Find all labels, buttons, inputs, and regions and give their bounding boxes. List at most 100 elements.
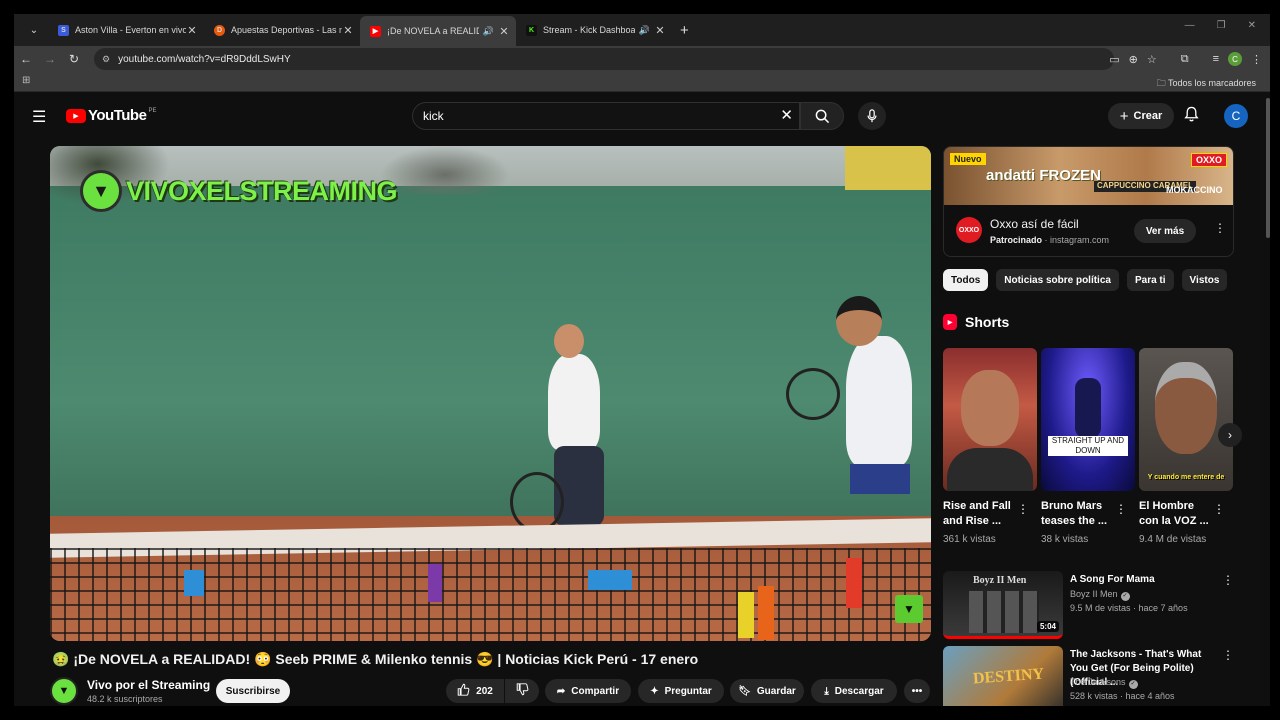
- clear-search-icon[interactable]: ✕: [780, 106, 793, 124]
- download-button[interactable]: ⤓ Descargar: [811, 679, 897, 703]
- dislike-button[interactable]: [505, 679, 539, 703]
- short-more-vert-icon[interactable]: ⋮: [1017, 502, 1029, 516]
- short-thumbnail[interactable]: Y cuando me entere de: [1139, 348, 1233, 491]
- chip-politica[interactable]: Noticias sobre política: [996, 269, 1119, 291]
- bookmark-star-icon[interactable]: ☆: [1147, 53, 1157, 66]
- speaker-icon[interactable]: 🔊: [639, 25, 650, 36]
- recommendation-item[interactable]: DESTINY The Jacksons - That's What You G…: [943, 646, 1234, 706]
- country-code: PE: [148, 107, 157, 114]
- browser-toolbar: ← → ↻ ⚙ youtube.com/watch?v=dR9DddLSwHY: [14, 46, 1270, 72]
- media-controls-icon[interactable]: ≡: [1213, 53, 1219, 65]
- short-more-vert-icon[interactable]: ⋮: [1213, 502, 1225, 516]
- all-bookmarks[interactable]: 🗀 Todos los marcadores: [1157, 76, 1256, 92]
- channel-watermark-icon[interactable]: ▼: [895, 595, 923, 623]
- like-button[interactable]: 202: [446, 679, 504, 703]
- more-actions-button[interactable]: •••: [904, 679, 930, 703]
- close-tab-icon[interactable]: ✕: [186, 24, 198, 37]
- close-tab-icon[interactable]: ✕: [498, 25, 510, 38]
- channel-name[interactable]: Vivo por el Streaming: [87, 678, 210, 692]
- short-face: [961, 370, 1019, 446]
- close-window-icon[interactable]: ✕: [1248, 20, 1256, 31]
- save-button[interactable]: 🔖︎ Guardar: [730, 679, 804, 703]
- subscribe-button[interactable]: Suscribirse: [216, 679, 290, 703]
- tab-search-chevron-icon[interactable]: ⌄: [20, 19, 48, 41]
- short-views: 38 k vistas: [1041, 533, 1089, 545]
- create-button[interactable]: + Crear: [1108, 103, 1174, 129]
- search-input[interactable]: kick ✕: [412, 102, 800, 130]
- ad-title[interactable]: Oxxo así de fácil: [990, 217, 1079, 231]
- video-player[interactable]: ▼ VIVOXELSTREAMING ▼: [50, 146, 931, 641]
- ask-button[interactable]: ✦ Preguntar: [638, 679, 724, 703]
- browser-tab[interactable]: D Apuestas Deportivas - Las mejo ✕: [204, 15, 360, 45]
- close-tab-icon[interactable]: ✕: [342, 24, 354, 37]
- ad-banner-flavor: MOKACCINO: [1166, 185, 1223, 195]
- url-text: youtube.com/watch?v=dR9DddLSwHY: [118, 53, 291, 65]
- channel-avatar[interactable]: ▼: [50, 677, 78, 705]
- chip-todos[interactable]: Todos: [943, 269, 989, 291]
- short-face: [1155, 362, 1217, 454]
- new-tab-plus-icon[interactable]: +: [680, 22, 689, 39]
- short-card[interactable]: Y cuando me entere de El Hombre con la V…: [1139, 348, 1233, 545]
- video-player-man-head: [836, 296, 882, 346]
- page-scrollbar[interactable]: [1266, 98, 1270, 238]
- chip-vistos[interactable]: Vistos: [1181, 269, 1228, 291]
- ad-more-vert-icon[interactable]: ⋮: [1214, 221, 1226, 235]
- restore-icon[interactable]: ❐: [1217, 20, 1226, 31]
- ad-banner-image[interactable]: Nuevo andatti FROZEN CAPPUCCINO CARAMEL …: [944, 147, 1233, 205]
- hamburger-menu-icon[interactable]: ☰: [32, 107, 46, 127]
- recommendation-item[interactable]: Boyz II Men 5:04 A Song For Mama Boyz II…: [943, 571, 1234, 641]
- ad-banner-logo: OXXO: [1190, 153, 1227, 167]
- short-card[interactable]: STRAIGHT UP AND DOWN Bruno Mars teases t…: [1041, 348, 1135, 545]
- browser-tab[interactable]: S Aston Villa - Everton en vivo, re ✕: [48, 15, 204, 45]
- video-cone: [184, 570, 204, 596]
- ad-card[interactable]: Nuevo andatti FROZEN CAPPUCCINO CARAMEL …: [943, 146, 1234, 257]
- chip-para-ti[interactable]: Para ti: [1126, 269, 1174, 291]
- share-button[interactable]: ➦ Compartir: [545, 679, 631, 703]
- brand-overlay-text: VIVOXELSTREAMING: [126, 175, 398, 206]
- more-vert-icon[interactable]: ⋮: [1251, 53, 1262, 66]
- rec-thumbnail[interactable]: DESTINY: [943, 646, 1063, 706]
- back-arrow-icon[interactable]: ←: [14, 52, 38, 66]
- share-label: Compartir: [571, 685, 620, 697]
- rec-more-vert-icon[interactable]: ⋮: [1222, 648, 1234, 662]
- forward-arrow-icon[interactable]: →: [38, 52, 62, 66]
- profile-avatar[interactable]: C: [1228, 52, 1242, 66]
- search-icon: [815, 109, 829, 123]
- bookmarks-bar: ⊞ 🗀 Todos los marcadores: [14, 72, 1270, 92]
- youtube-play-icon: ▶: [66, 108, 86, 123]
- short-thumbnail[interactable]: [943, 348, 1037, 491]
- minimize-icon[interactable]: —: [1185, 20, 1195, 31]
- short-more-vert-icon[interactable]: ⋮: [1115, 502, 1127, 516]
- address-bar[interactable]: ⚙ youtube.com/watch?v=dR9DddLSwHY: [94, 48, 1114, 70]
- speaker-icon[interactable]: 🔊: [483, 26, 494, 37]
- shorts-next-button[interactable]: ›: [1218, 423, 1242, 447]
- advertiser-logo[interactable]: OXXO: [956, 217, 982, 243]
- reload-icon[interactable]: ↻: [62, 52, 86, 66]
- ad-cta-button[interactable]: Ver más: [1134, 219, 1196, 243]
- notifications-bell-icon[interactable]: [1184, 106, 1199, 125]
- youtube-logo[interactable]: ▶ YouTube PE: [66, 107, 156, 124]
- voice-search-button[interactable]: [858, 102, 886, 130]
- extensions-icon[interactable]: ⧉: [1181, 53, 1189, 66]
- video-building: [845, 146, 931, 190]
- short-thumbnail[interactable]: STRAIGHT UP AND DOWN: [1041, 348, 1135, 491]
- close-tab-icon[interactable]: ✕: [654, 24, 666, 37]
- video-tennis-net: [50, 548, 931, 641]
- zoom-icon[interactable]: ⊕: [1129, 53, 1138, 66]
- rec-thumbnail[interactable]: Boyz II Men 5:04: [943, 571, 1063, 639]
- rec-more-vert-icon[interactable]: ⋮: [1222, 573, 1234, 587]
- shorts-icon: ▶: [943, 314, 957, 330]
- video-racket-woman: [510, 472, 564, 532]
- browser-tab[interactable]: K Stream - Kick Dashboard 🔊 ✕: [516, 15, 672, 45]
- apps-grid-icon[interactable]: ⊞: [22, 75, 30, 86]
- video-title: 🤢 ¡De NOVELA a REALIDAD! 😳 Seeb PRIME & …: [52, 651, 699, 667]
- short-card[interactable]: Rise and Fall and Rise ... 361 k vistas …: [943, 348, 1037, 545]
- search-button[interactable]: [800, 102, 844, 130]
- user-avatar[interactable]: C: [1224, 104, 1248, 128]
- browser-tab-active[interactable]: ▶ ¡De NOVELA a REALIDAD 🔊 ✕: [360, 16, 516, 46]
- short-shirt: [947, 448, 1033, 491]
- tab-title: ¡De NOVELA a REALIDAD: [387, 26, 479, 36]
- site-info-icon[interactable]: ⚙: [102, 54, 110, 65]
- rec-meta: 528 k vistas · hace 4 años: [1070, 691, 1175, 701]
- cast-icon[interactable]: ▭: [1109, 53, 1119, 66]
